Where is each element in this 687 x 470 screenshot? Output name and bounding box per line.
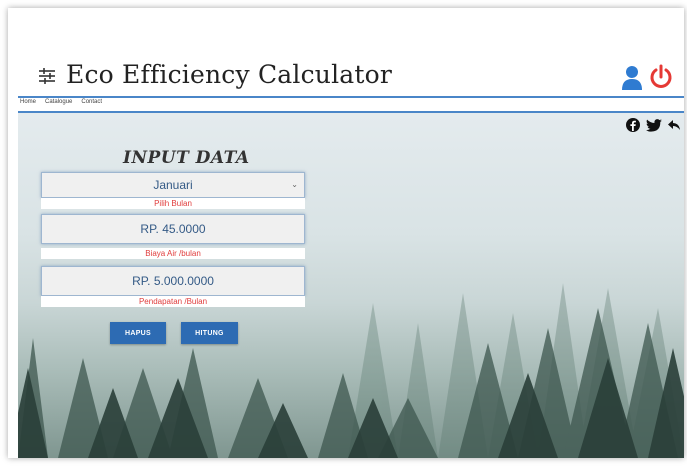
- page-title: Eco Efficiency Calculator: [66, 60, 393, 89]
- nav-bar: Home Catalogue Contact: [20, 99, 102, 109]
- water-cost-helper: Biaya Air /bulan: [41, 248, 305, 259]
- twitter-icon[interactable]: [646, 118, 662, 132]
- form-title: INPUT DATA: [123, 148, 250, 168]
- nav-item-home[interactable]: Home: [20, 99, 36, 109]
- month-select[interactable]: Januari ⌄: [41, 172, 305, 198]
- month-helper: Pilih Bulan: [41, 198, 305, 209]
- power-icon[interactable]: [648, 64, 674, 90]
- header-divider: [18, 96, 684, 98]
- app-window: Eco Efficiency Calculator Home Catalogue…: [8, 8, 684, 458]
- income-input[interactable]: RP. 5.000.0000: [41, 266, 305, 296]
- income-helper: Pendapatan /Bulan: [41, 296, 305, 307]
- calculate-button[interactable]: HITUNG: [181, 322, 238, 344]
- sliders-icon[interactable]: [38, 67, 56, 85]
- clear-button[interactable]: HAPUS: [110, 322, 166, 344]
- share-icon[interactable]: [668, 119, 680, 131]
- header: Eco Efficiency Calculator Home Catalogue…: [8, 8, 684, 113]
- user-icon[interactable]: [621, 65, 643, 91]
- nav-item-catalogue[interactable]: Catalogue: [45, 99, 72, 109]
- facebook-icon[interactable]: [626, 118, 640, 132]
- water-cost-input[interactable]: RP. 45.0000: [41, 214, 305, 244]
- chevron-down-icon: ⌄: [291, 180, 298, 189]
- social-icons: [626, 118, 680, 132]
- month-value: Januari: [153, 178, 193, 192]
- nav-item-contact[interactable]: Contact: [81, 99, 102, 109]
